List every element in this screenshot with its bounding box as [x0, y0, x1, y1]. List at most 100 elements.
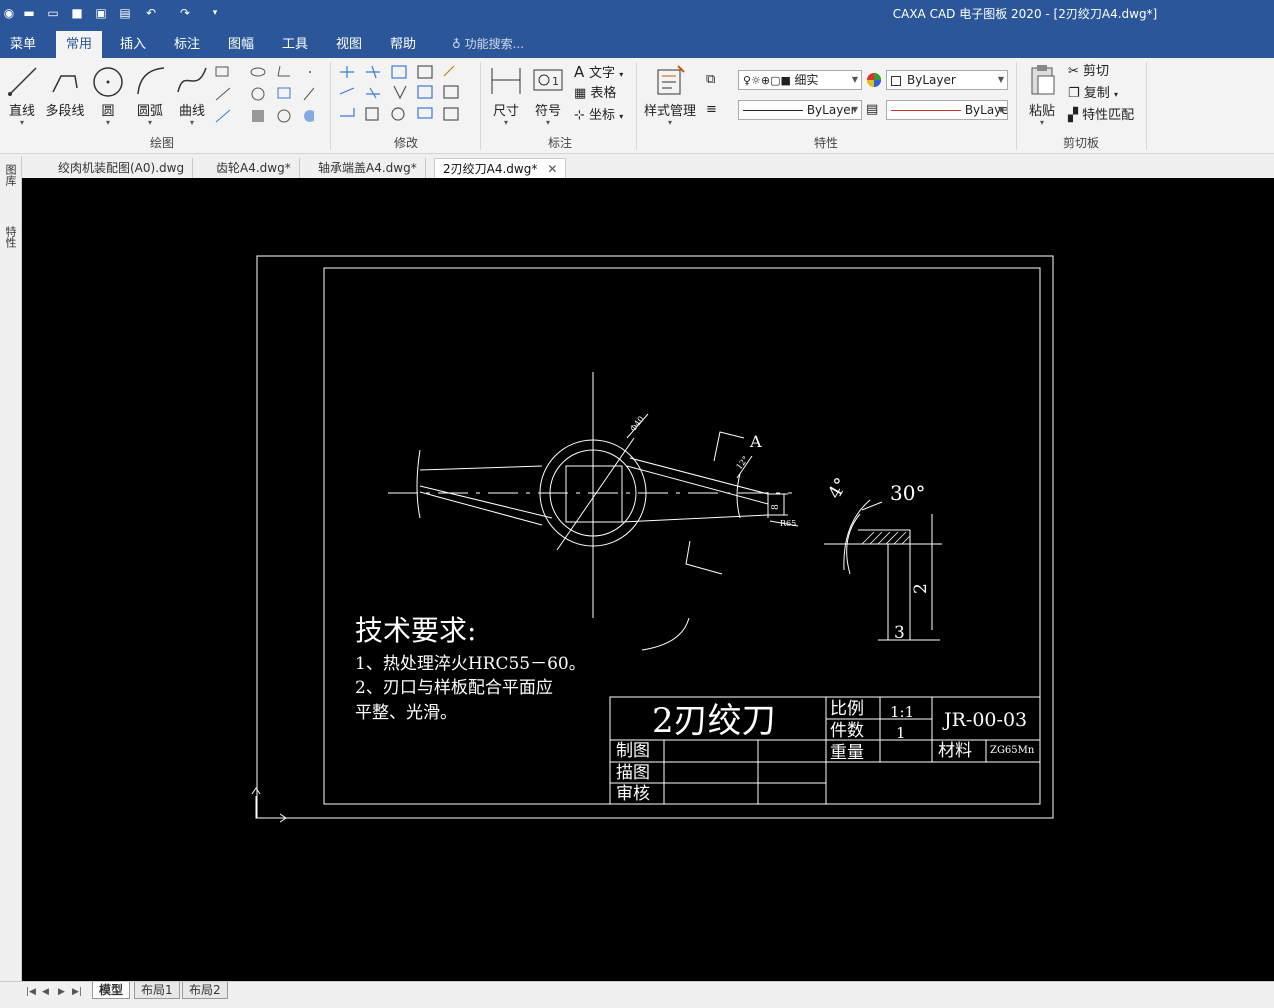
draw-tools-grid[interactable]: [214, 64, 314, 128]
drawing-text: 技术要求: 1、热处理淬火HRC55－60。 2、刃口与样板配合平面应 平整、光…: [355, 414, 1035, 804]
tab-tools[interactable]: 工具: [272, 31, 318, 58]
clipboard-group-label: 剪切板: [1062, 136, 1099, 150]
side-tab-properties[interactable]: 特性: [2, 226, 18, 248]
tab-insert[interactable]: 插入: [110, 31, 156, 58]
first-layout-icon[interactable]: |◀: [26, 987, 36, 997]
left-blade-bottom: [419, 485, 553, 519]
copy-label: 复制: [1083, 86, 1110, 101]
symbol-button[interactable]: 1 符号 ▾: [528, 62, 568, 128]
save-icon[interactable]: ■: [68, 4, 86, 22]
svg-text:1: 1: [552, 75, 559, 88]
undo-icon[interactable]: ↶: [142, 4, 160, 22]
lineweight-combo[interactable]: ByLayе ▼: [886, 100, 1008, 120]
layout-tab-2[interactable]: 布局2: [182, 982, 228, 999]
match-properties-button[interactable]: ▞ 特性匹配: [1068, 106, 1134, 126]
last-layout-icon[interactable]: ▶|: [72, 987, 82, 997]
section-arrow-top: [713, 431, 745, 462]
doc-tab-active[interactable]: 2刃绞刀A4.dwg* ✕: [434, 158, 567, 178]
doc-tab[interactable]: 绞肉机装配图(A0).dwg: [50, 158, 194, 178]
paste-button[interactable]: 粘贴 ▾: [1022, 62, 1062, 128]
lower-arc: [641, 617, 690, 651]
circle-label: 圆: [101, 104, 115, 119]
customize-toolbar-icon[interactable]: ▾: [206, 4, 224, 22]
layer-manager-icon[interactable]: ⧉: [706, 72, 724, 90]
separator: [1146, 62, 1147, 150]
polyline-button[interactable]: 多段线: [44, 62, 86, 128]
lineweight-preview: [891, 110, 961, 111]
line-icon: [8, 67, 37, 96]
linetype-combo[interactable]: ByLayer ▼: [738, 100, 862, 120]
circle-button[interactable]: 圆 ▾: [88, 62, 128, 128]
tab-menu[interactable]: 菜单: [0, 31, 46, 58]
lineweight-icon[interactable]: ≡: [706, 102, 724, 120]
qty-value: 1: [896, 724, 906, 742]
separator: [330, 62, 331, 150]
open-folder-icon[interactable]: ▭: [44, 4, 62, 22]
new-file-icon[interactable]: ▬: [20, 4, 38, 22]
feature-search-placeholder: 功能搜索...: [464, 37, 525, 51]
color-wheel-icon[interactable]: [866, 72, 884, 90]
app-logo-icon[interactable]: ◉: [0, 4, 18, 22]
curve-button[interactable]: 曲线 ▾: [172, 62, 212, 128]
weight-label: 重量: [830, 743, 864, 763]
layout-tab-model[interactable]: 模型: [92, 982, 131, 999]
dim-2: 2: [911, 583, 931, 594]
layout-tab-1[interactable]: 布局1: [134, 982, 180, 999]
text-button[interactable]: A 文字 ▾: [574, 62, 623, 82]
copy-button[interactable]: ❐ 复制 ▾: [1068, 84, 1118, 104]
modify-tools-grid[interactable]: [336, 64, 476, 128]
window-title: CAXA CAD 电子图板 2020 - [2刃绞刀A4.dwg*]: [892, 7, 1158, 21]
save-all-icon[interactable]: ▣: [92, 4, 110, 22]
line-button[interactable]: 直线 ▾: [2, 62, 42, 128]
table-label: 表格: [590, 86, 617, 101]
feature-search[interactable]: ♁ 功能搜索...: [452, 31, 524, 58]
coordinate-icon: ⊹: [574, 108, 590, 123]
text-icon: A: [574, 63, 590, 81]
style-manager-button[interactable]: 样式管理 ▾: [642, 62, 698, 128]
paste-icon: [1031, 65, 1055, 95]
close-tab-icon[interactable]: ✕: [547, 162, 557, 176]
ribbon-panel: 直线 ▾ 多段线 圆 ▾ 圆弧 ▾ 曲线 ▾ 绘图 修改 尺寸 ▾ 1 符号 ▾…: [0, 58, 1274, 154]
coordinate-button[interactable]: ⊹ 坐标 ▾: [574, 106, 623, 126]
tab-annotate[interactable]: 标注: [164, 31, 210, 58]
text-label: 文字: [589, 66, 616, 81]
doc-tab[interactable]: 轴承端盖A4.dwg*: [310, 158, 426, 178]
redo-icon[interactable]: ↷: [176, 4, 194, 22]
layer-combo[interactable]: ♀☼⊕▢■ 细实 ▼: [738, 70, 862, 90]
tab-common[interactable]: 常用: [56, 31, 103, 58]
dim-radius: R65: [780, 519, 796, 528]
color-combo[interactable]: ByLayer ▼: [886, 70, 1008, 90]
tab-view[interactable]: 视图: [326, 31, 372, 58]
prev-layout-icon[interactable]: ◀: [42, 987, 49, 997]
table-button[interactable]: ▦ 表格: [574, 84, 616, 104]
circle-icon: [93, 67, 123, 97]
part-name: 2刃绞刀: [652, 701, 776, 741]
draw-group-label: 绘图: [149, 136, 174, 150]
drawing-canvas[interactable]: 技术要求: 1、热处理淬火HRC55－60。 2、刃口与样板配合平面应 平整、光…: [22, 178, 1274, 981]
next-layout-icon[interactable]: ▶: [58, 987, 65, 997]
left-blade-edge: [416, 449, 421, 519]
lightbulb-icon: ♁: [452, 37, 465, 51]
view-label-a: A: [749, 432, 762, 451]
separator: [636, 62, 637, 150]
copy-icon: ❐: [1068, 86, 1084, 101]
dim-4-degree: 4°: [824, 474, 852, 502]
lineweight-list-icon[interactable]: ▤: [866, 102, 884, 120]
side-tab-library[interactable]: 图库: [2, 164, 18, 186]
color-swatch: [891, 75, 901, 86]
table-icon: ▦: [574, 86, 591, 101]
doc-tab[interactable]: 齿轮A4.dwg*: [208, 158, 300, 178]
layer-value: 细实: [794, 73, 819, 87]
modify-group-label: 修改: [393, 136, 418, 150]
paste-label: 粘贴: [1028, 104, 1055, 119]
section-arrow-bottom: [685, 540, 723, 575]
left-blade-bottom2: [419, 491, 543, 526]
left-blade-top: [419, 465, 543, 471]
tab-help[interactable]: 帮助: [380, 31, 426, 58]
tab-sheet[interactable]: 图幅: [218, 31, 264, 58]
arc-button[interactable]: 圆弧 ▾: [130, 62, 170, 128]
scissors-icon: ✂: [1068, 64, 1084, 79]
cut-button[interactable]: ✂ 剪切: [1068, 62, 1109, 82]
print-icon[interactable]: ▤: [116, 4, 134, 22]
dimension-button[interactable]: 尺寸 ▾: [486, 62, 526, 128]
